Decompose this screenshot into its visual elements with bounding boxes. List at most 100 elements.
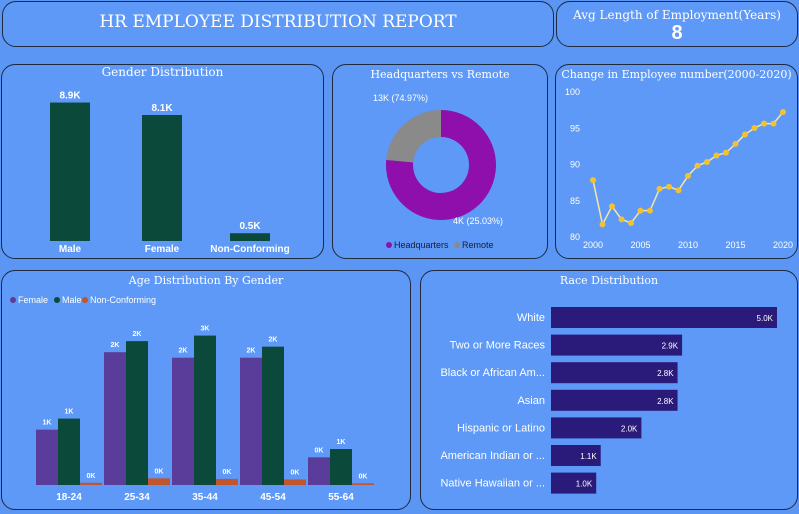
kpi-label: Avg Length of Employment(Years) [573,8,781,22]
gender-data-label: 8.1K [151,103,173,114]
gender-data-label: 8.9K [59,91,81,102]
trend-x-tick: 2020 [773,240,793,250]
gender-category-label: Female [145,244,180,255]
age-category-label: 25-34 [124,492,150,503]
trend-point [666,183,672,190]
title-panel: HR EMPLOYEE DISTRIBUTION REPORT [2,1,554,47]
race-data-label: 2.0K [621,424,638,433]
race-category-label: Asian [517,395,545,407]
trend-point [685,172,691,179]
age-data-label: 2K [111,342,120,349]
gender-category-label: Male [59,244,82,255]
gender-bar [142,115,182,241]
race-data-label: 1.1K [580,452,597,461]
race-chart: White 5.0K Two or More Races 2.9K Black or A… [440,307,777,494]
hq-chart: 13K (74.97%) 4K (25.03%) Headquarters Remot… [373,93,503,250]
age-bar [352,483,374,485]
gender-chart: 8.9K Male 8.1K Female 0.5K Non-Conforming [50,91,290,255]
trend-point [609,203,615,210]
age-bar [284,479,306,485]
trend-point [723,149,729,156]
trend-point [618,216,625,223]
gender-category-label: Non-Conforming [210,244,289,255]
kpi-value: 8 [671,22,683,44]
report-title: HR EMPLOYEE DISTRIBUTION REPORT [99,12,457,32]
age-data-label: 0K [223,469,232,476]
age-bar [80,482,102,485]
trend-point [599,221,606,228]
race-panel[interactable]: Race Distribution White 5.0K Two or More R… [420,270,798,510]
trend-y-tick: 95 [570,123,580,133]
trend-point [647,207,653,214]
trend-point [637,207,644,214]
age-bar [58,418,80,485]
trend-y-tick: 85 [570,196,580,206]
age-bar [240,357,262,485]
age-bar [216,478,238,485]
race-data-label: 1.0K [576,480,593,489]
gender-bar [50,102,90,241]
legend-remote-label: Remote [462,240,494,250]
age-data-label: 2K [269,337,278,344]
race-category-label: Black or African Am... [440,367,545,379]
trend-y-tick: 100 [565,87,580,97]
age-data-label: 2K [247,348,256,355]
legend-headquarters-marker [386,242,392,248]
age-legend-label: Non-Conforming [90,295,156,305]
age-data-label: 2K [133,331,142,338]
age-legend-label: Male [62,295,82,305]
trend-point [751,124,758,131]
age-bar [36,429,58,485]
age-bar [262,346,284,485]
trend-x-tick: 2010 [678,240,698,250]
trend-y-tick: 80 [570,232,580,242]
age-legend-marker [82,297,88,303]
age-bar [104,352,126,485]
race-category-label: American Indian or ... [440,450,545,462]
trend-point [732,140,739,147]
trend-x-tick: 2000 [583,240,603,250]
trend-x-tick: 2005 [630,240,650,250]
age-data-label: 1K [65,409,74,416]
race-bar [551,307,777,328]
age-legend-label: Female [18,295,48,305]
trend-point [742,131,748,138]
age-category-label: 45-54 [260,492,286,503]
race-category-label: Native Hawaiian or ... [440,478,545,490]
age-bar [194,335,216,485]
age-bar [308,457,330,485]
age-legend-marker [10,297,16,303]
trend-point [761,120,767,127]
trend-x-tick: 2015 [725,240,745,250]
hq-panel[interactable]: Headquarters vs Remote 13K (74.97%) 4K (2… [332,64,548,259]
trend-point [713,152,720,159]
age-legend-marker [54,297,60,303]
legend-headquarters-label: Headquarters [394,240,449,250]
trend-point [656,185,663,192]
age-category-label: 18-24 [56,492,82,503]
trend-chart: 80 85 90 95 100 2000 2005 2010 2015 2020 [565,87,793,250]
age-data-label: 0K [315,447,324,454]
gender-data-label: 0.5K [239,221,261,232]
trend-point [590,177,596,184]
trend-point [770,120,777,127]
age-data-label: 2K [179,348,188,355]
age-chart: Female Male Non-Conforming 1K 1K 0K 18-24 2K 2K 0… [10,295,374,503]
trend-point [704,159,710,166]
trend-panel[interactable]: Change in Employee number(2000-2020) 80 8… [555,64,798,259]
gender-bar [230,233,270,241]
age-bar [330,449,352,485]
hq-data-label: 4K (25.03%) [453,216,503,226]
age-panel[interactable]: Age Distribution By Gender Female Male Non… [1,270,411,510]
gender-panel[interactable]: Gender Distribution 8.9K Male 8.1K Female 0.… [1,64,324,259]
age-data-label: 1K [337,439,346,446]
race-data-label: 5.0K [757,314,774,323]
age-data-label: 0K [155,468,164,475]
hq-slice [386,110,441,163]
race-category-label: White [517,312,545,324]
kpi-card: Avg Length of Employment(Years) 8 [556,1,798,47]
age-data-label: 1K [43,420,52,427]
hq-data-label: 13K (74.97%) [373,93,428,103]
age-bar [172,357,194,485]
race-data-label: 2.8K [657,397,674,406]
